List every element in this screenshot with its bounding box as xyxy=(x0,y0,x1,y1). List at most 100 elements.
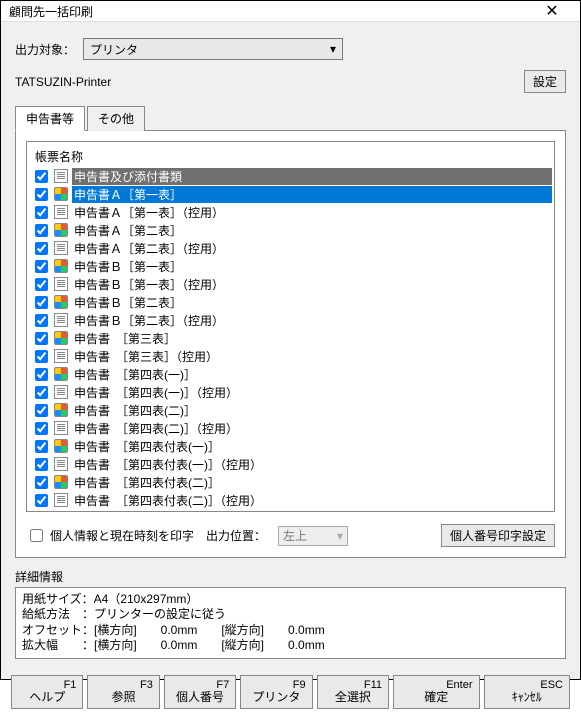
list-item-checkbox[interactable] xyxy=(35,350,48,363)
list-item-checkbox[interactable] xyxy=(35,458,48,471)
list-item-checkbox[interactable] xyxy=(35,386,48,399)
list-item[interactable]: 申告書 ［第四表(二)］ xyxy=(35,401,552,419)
tab-panel: 帳票名称 申告書及び添付書類申告書Ａ［第一表］申告書Ａ［第一表］（控用）申告書Ａ… xyxy=(15,130,566,558)
printer-row: TATSUZIN-Printer 設定 xyxy=(15,70,566,93)
list-item[interactable]: 申告書 ［第三表］ xyxy=(35,329,552,347)
list-item-checkbox[interactable] xyxy=(35,368,48,381)
list-item[interactable]: 申告書Ａ［第二表］（控用） xyxy=(35,239,552,257)
list-item-label: 申告書 ［第四表付表(二)］ xyxy=(72,474,552,491)
list-item-label: 申告書Ａ［第二表］（控用） xyxy=(72,240,552,257)
list-item[interactable]: 申告書 ［第三表］（控用） xyxy=(35,347,552,365)
list-item-label: 申告書 ［第四表付表(二)］（控用） xyxy=(72,492,552,509)
list-item-label: 申告書Ａ［第一表］（控用） xyxy=(72,204,552,221)
list-item-label: 申告書Ａ［第一表］ xyxy=(72,186,552,203)
list-item-label: 申告書 ［第四表(二)］ xyxy=(72,402,552,419)
color-page-icon xyxy=(54,259,68,273)
list-item-checkbox[interactable] xyxy=(35,440,48,453)
list-item[interactable]: 申告書 ［第四表付表(二)］（控用） xyxy=(35,491,552,509)
color-page-icon xyxy=(54,439,68,453)
close-icon[interactable]: ✕ xyxy=(532,1,572,21)
printer-settings-button[interactable]: 設定 xyxy=(524,70,566,93)
list-item-label: 申告書 ［第三表］（控用） xyxy=(72,348,552,365)
list-item-label: 申告書Ｂ［第二表］ xyxy=(72,294,552,311)
list-item[interactable]: 申告書Ａ［第一表］（控用） xyxy=(35,203,552,221)
color-page-icon xyxy=(54,403,68,417)
title-bar: 顧問先一括印刷 ✕ xyxy=(1,1,580,22)
list-item-checkbox[interactable] xyxy=(35,278,48,291)
output-target-label: 出力対象： xyxy=(15,41,75,58)
list-item-label: 申告書 ［第四表(一)］（控用） xyxy=(72,384,552,401)
list-item[interactable]: 申告書Ａ［第二表］ xyxy=(35,221,552,239)
list-item-checkbox[interactable] xyxy=(35,494,48,507)
list-item[interactable]: 申告書 ［第四表(一)］（控用） xyxy=(35,383,552,401)
tab-shinkokusho[interactable]: 申告書等 xyxy=(15,106,85,131)
list-item-checkbox[interactable] xyxy=(35,188,48,201)
list-item-label: 申告書Ｂ［第一表］（控用） xyxy=(72,276,552,293)
list-item[interactable]: 申告書Ｂ［第一表］（控用） xyxy=(35,275,552,293)
list-item-label: 申告書Ａ［第二表］ xyxy=(72,222,552,239)
print-personal-info-label: 個人情報と現在時刻を印字 xyxy=(50,527,194,544)
list-item-checkbox[interactable] xyxy=(35,476,48,489)
window-title: 顧問先一括印刷 xyxy=(9,3,532,20)
dialog-window: 顧問先一括印刷 ✕ 出力対象： プリンタ TATSUZIN-Printer 設定… xyxy=(0,0,581,680)
list-item-checkbox[interactable] xyxy=(35,224,48,237)
output-target-select[interactable]: プリンタ xyxy=(83,38,343,60)
list-item[interactable]: 申告書及び添付書類 xyxy=(35,167,552,185)
list-item-label: 申告書Ｂ［第一表］ xyxy=(72,258,552,275)
function-key-bar: F1ヘルプ F3参照 F7個人番号 F9プリンタ F11全選択 Enter確定 … xyxy=(1,669,580,715)
list-item[interactable]: 申告書Ｂ［第二表］（控用） xyxy=(35,311,552,329)
document-icon xyxy=(54,241,68,255)
list-item[interactable]: 申告書Ｂ［第二表］ xyxy=(35,293,552,311)
document-icon xyxy=(54,169,68,183)
list-item[interactable]: 申告書 ［第四表(二)］（控用） xyxy=(35,419,552,437)
form-list[interactable]: 申告書及び添付書類申告書Ａ［第一表］申告書Ａ［第一表］（控用）申告書Ａ［第二表］… xyxy=(35,167,552,509)
output-position-value: 左上 xyxy=(283,527,307,544)
list-item-label: 申告書及び添付書類 xyxy=(72,168,552,185)
document-icon xyxy=(54,349,68,363)
list-item[interactable]: 申告書 ［第四表付表(二)］ xyxy=(35,473,552,491)
list-item[interactable]: 申告書 ［第四表付表(一)］（控用） xyxy=(35,455,552,473)
list-item-label: 申告書 ［第四表付表(一)］ xyxy=(72,438,552,455)
tab-other[interactable]: その他 xyxy=(87,106,145,131)
list-item-checkbox[interactable] xyxy=(35,260,48,273)
list-item-checkbox[interactable] xyxy=(35,332,48,345)
document-icon xyxy=(54,493,68,507)
color-page-icon xyxy=(54,295,68,309)
list-item[interactable]: 申告書 ［第四表付表(一)］ xyxy=(35,437,552,455)
detail-box: 用紙サイズ：A4（210x297mm） 給紙方法 ：プリンターの設定に従う オフ… xyxy=(15,587,566,659)
options-row: 個人情報と現在時刻を印字 出力位置： 左上 個人番号印字設定 xyxy=(26,524,555,547)
list-item[interactable]: 申告書 ［第四表(一)］ xyxy=(35,365,552,383)
form-list-header: 帳票名称 xyxy=(35,148,552,165)
detail-header: 詳細情報 xyxy=(15,568,566,585)
list-item-label: 申告書 ［第四表(二)］（控用） xyxy=(72,420,552,437)
tab-strip: 申告書等 その他 xyxy=(15,105,566,131)
mynumber-print-settings-button[interactable]: 個人番号印字設定 xyxy=(441,524,555,547)
form-list-frame: 帳票名称 申告書及び添付書類申告書Ａ［第一表］申告書Ａ［第一表］（控用）申告書Ａ… xyxy=(26,141,555,512)
list-item-label: 申告書Ｂ［第二表］（控用） xyxy=(72,312,552,329)
list-item-checkbox[interactable] xyxy=(35,404,48,417)
document-icon xyxy=(54,313,68,327)
list-item-checkbox[interactable] xyxy=(35,296,48,309)
print-personal-info-input[interactable] xyxy=(30,529,43,542)
output-position-label: 出力位置： xyxy=(206,527,266,544)
document-icon xyxy=(54,205,68,219)
color-page-icon xyxy=(54,475,68,489)
list-item-checkbox[interactable] xyxy=(35,206,48,219)
output-position-select[interactable]: 左上 xyxy=(278,526,348,546)
list-item-checkbox[interactable] xyxy=(35,314,48,327)
document-icon xyxy=(54,277,68,291)
print-personal-info-checkbox[interactable]: 個人情報と現在時刻を印字 xyxy=(26,526,194,545)
list-item-label: 申告書 ［第四表(一)］ xyxy=(72,366,552,383)
content-area: 出力対象： プリンタ TATSUZIN-Printer 設定 申告書等 その他 … xyxy=(1,22,580,669)
list-item[interactable]: 申告書Ａ［第一表］ xyxy=(35,185,552,203)
document-icon xyxy=(54,421,68,435)
list-item-checkbox[interactable] xyxy=(35,422,48,435)
color-page-icon xyxy=(54,223,68,237)
color-page-icon xyxy=(54,331,68,345)
list-item-label: 申告書 ［第四表付表(一)］（控用） xyxy=(72,456,552,473)
color-page-icon xyxy=(54,367,68,381)
list-item-checkbox[interactable] xyxy=(35,170,48,183)
list-item[interactable]: 申告書Ｂ［第一表］ xyxy=(35,257,552,275)
list-item-checkbox[interactable] xyxy=(35,242,48,255)
printer-name: TATSUZIN-Printer xyxy=(15,75,524,89)
